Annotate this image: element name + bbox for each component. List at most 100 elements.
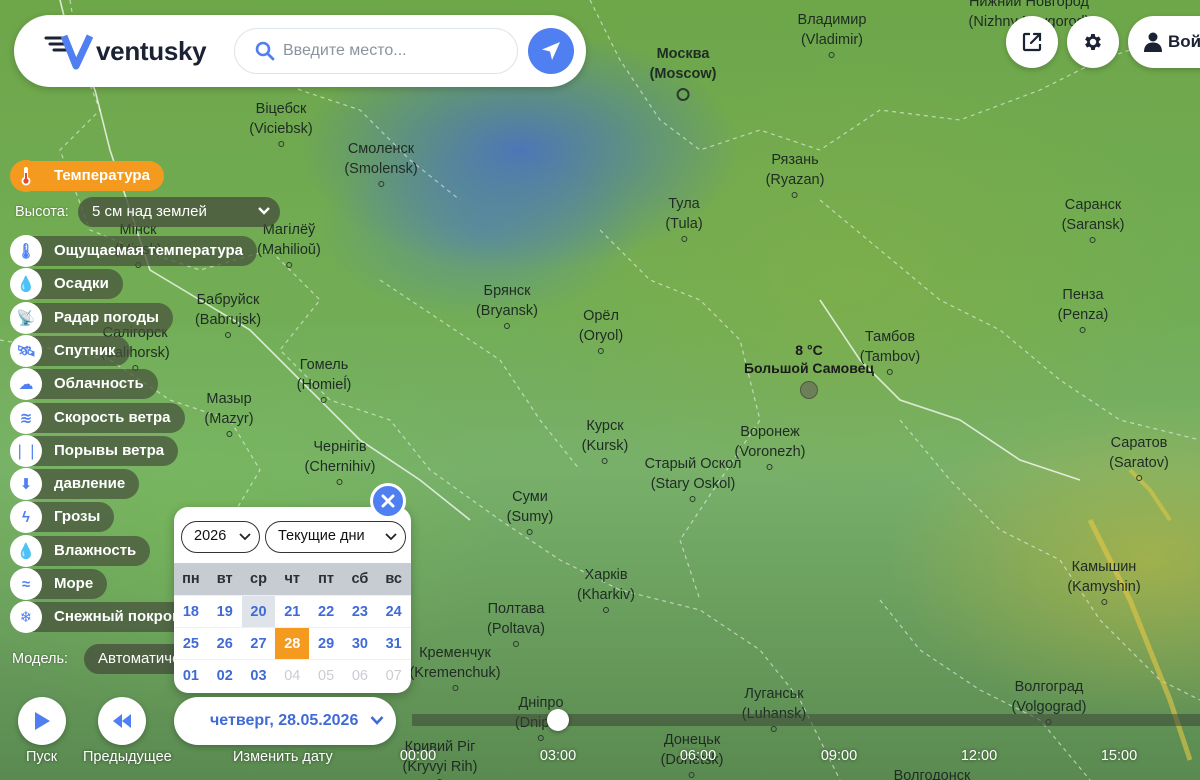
calendar-day[interactable]: 26	[208, 628, 242, 659]
layer-item[interactable]: ☁ Облачность	[10, 368, 158, 401]
city-name: Владимир	[797, 12, 867, 28]
timeline-slider[interactable]	[412, 709, 1200, 731]
calendar-day[interactable]: 29	[309, 628, 343, 659]
city-name: Донецьк	[663, 732, 721, 748]
ventusky-logo[interactable]: ventusky	[42, 31, 207, 71]
timeline-tick: 03:00	[539, 748, 577, 764]
calendar-day: 04	[284, 668, 301, 684]
city-label[interactable]: Орёл (Oryol)	[579, 306, 623, 354]
satellite-icon: 🛰	[10, 334, 42, 367]
calendar-day[interactable]: 02	[208, 660, 242, 691]
city-label[interactable]: Смоленск (Smolensk)	[344, 139, 418, 187]
city-dot	[336, 479, 343, 485]
share-button[interactable]	[1006, 16, 1058, 68]
layer-item[interactable]: 🌡 Ощущаемая температура	[10, 235, 258, 267]
city-label[interactable]: Волгодонск	[894, 766, 971, 780]
city-label[interactable]: Віцебск (Viciebsk)	[249, 99, 313, 147]
layer-item[interactable]: ❘❘ Порывы ветра	[10, 434, 179, 467]
city-dot	[503, 323, 510, 329]
calendar-day[interactable]: 30	[343, 628, 377, 659]
city-name: Камышин	[1071, 559, 1137, 575]
city-label[interactable]: Суми (Sumy)	[507, 487, 553, 535]
calendar-day[interactable]: 21	[275, 596, 309, 627]
weekday-label: пн	[182, 571, 200, 587]
locate-button[interactable]	[528, 28, 574, 74]
city-label[interactable]: Камышин (Kamyshin)	[1067, 557, 1141, 605]
city-label[interactable]: Чернігів (Chernihiv)	[305, 437, 375, 485]
city-label[interactable]: Харків (Kharkiv)	[577, 565, 635, 613]
city-latin-name: (Mahilioŭ)	[257, 242, 321, 258]
layer-item[interactable]: 📡 Радар погоды	[10, 301, 173, 334]
calendar-day[interactable]: 24	[377, 596, 411, 627]
timeline-tick: 12:00	[960, 748, 998, 764]
city-latin-name: (Smolensk)	[344, 161, 418, 177]
city-label[interactable]: Владимир (Vladimir)	[797, 10, 867, 58]
search-box[interactable]	[234, 28, 518, 74]
layer-item[interactable]: 🛰 Спутник	[10, 334, 130, 367]
navigation-arrow-icon	[542, 42, 560, 60]
city-label[interactable]: Тула (Tula)	[665, 194, 703, 242]
city-name: Пенза	[1062, 287, 1104, 303]
calendar-day[interactable]: 19	[208, 596, 242, 627]
layer-item[interactable]: 💧 Осадки	[10, 268, 123, 301]
city-dot	[598, 348, 604, 354]
city-label[interactable]: Брянск (Bryansk)	[476, 281, 538, 329]
change-date-button[interactable]: четверг, 28.05.2026	[174, 697, 396, 745]
city-label[interactable]: Курск (Kursk)	[582, 416, 628, 464]
layer-item[interactable]: ≋ Скорость ветра	[10, 401, 185, 434]
previous-button[interactable]	[98, 697, 146, 745]
close-calendar-button[interactable]	[370, 483, 406, 519]
calendar-day[interactable]: 22	[309, 596, 343, 627]
city-label[interactable]: Рязань (Ryazan)	[765, 150, 825, 198]
city-label[interactable]: Старый Оскол (Stary Oskol)	[645, 454, 741, 502]
city-dot	[377, 181, 384, 187]
layer-temperature[interactable]: Температура	[10, 160, 164, 192]
selected-day[interactable]: 28	[275, 628, 310, 659]
pressure-icon: ⬇	[10, 468, 42, 501]
city-latin-name: (Vladimir)	[800, 32, 864, 48]
city-label[interactable]: Пенза (Penza)	[1058, 285, 1108, 333]
calendar-day[interactable]: 18	[174, 596, 208, 627]
city-label[interactable]: Магілёў (Mahilioŭ)	[257, 220, 321, 268]
search-input[interactable]	[283, 39, 503, 63]
city-label[interactable]: Саратов (Saratov)	[1109, 433, 1169, 481]
settings-button[interactable]	[1067, 16, 1119, 68]
calendar-day[interactable]: 01	[174, 660, 208, 691]
city-latin-name: (Ryazan)	[765, 172, 825, 188]
layer-item[interactable]: 💧 Влажность	[10, 534, 151, 567]
city-label[interactable]: Бабруйск (Babrujsk)	[195, 290, 261, 338]
calendar-day[interactable]: 31	[377, 628, 411, 659]
city-label[interactable]: Кременчук (Kremenchuk)	[409, 643, 501, 691]
height-value: 5 см над землей	[92, 203, 207, 220]
login-button[interactable]: Вой	[1128, 16, 1200, 68]
calendar-day: 05	[318, 668, 335, 684]
previous-label: Предыдущее	[83, 749, 172, 765]
calendar-day[interactable]: 03	[242, 660, 276, 691]
city-name: Смоленск	[347, 141, 415, 157]
calendar-day[interactable]: 20	[241, 596, 276, 627]
year-select[interactable]: 2026	[181, 521, 260, 553]
layer-item[interactable]: ≈ Море	[10, 568, 108, 600]
height-select[interactable]: 5 см над землей	[78, 197, 280, 227]
city-label[interactable]: Воронеж (Voronezh)	[735, 422, 805, 470]
play-button[interactable]	[18, 697, 66, 745]
city-label[interactable]: Гомель (Homieĺ)	[297, 355, 351, 403]
timeline-handle[interactable]	[547, 709, 569, 731]
calendar-day[interactable]: 27	[242, 628, 276, 659]
layer-item[interactable]: ϟ Грозы	[10, 501, 115, 534]
city-name: Воронеж	[740, 424, 800, 440]
weekday-header: пн вт ср чт пт сб вс	[174, 563, 411, 595]
calendar-day[interactable]: 23	[343, 596, 377, 627]
layer-item[interactable]: ❄ Снежный покров	[10, 601, 196, 634]
range-select[interactable]: Текущие дни	[265, 521, 406, 553]
city-dot	[538, 735, 544, 741]
layer-item[interactable]: ⬇ давление	[10, 468, 140, 501]
city-label[interactable]: Саранск (Saransk)	[1062, 195, 1124, 243]
city-label[interactable]: Полтава (Poltava)	[487, 599, 545, 647]
location-temperature-marker[interactable]: 8 °C Большой Самовец	[744, 341, 874, 399]
calendar-day[interactable]: 25	[174, 628, 208, 659]
city-label[interactable]: Москва (Moscow)	[650, 44, 716, 101]
marker-pin[interactable]	[800, 381, 818, 399]
timeline-tick: 15:00	[1100, 748, 1138, 764]
city-label[interactable]: Мазыр (Mazyr)	[204, 389, 254, 437]
